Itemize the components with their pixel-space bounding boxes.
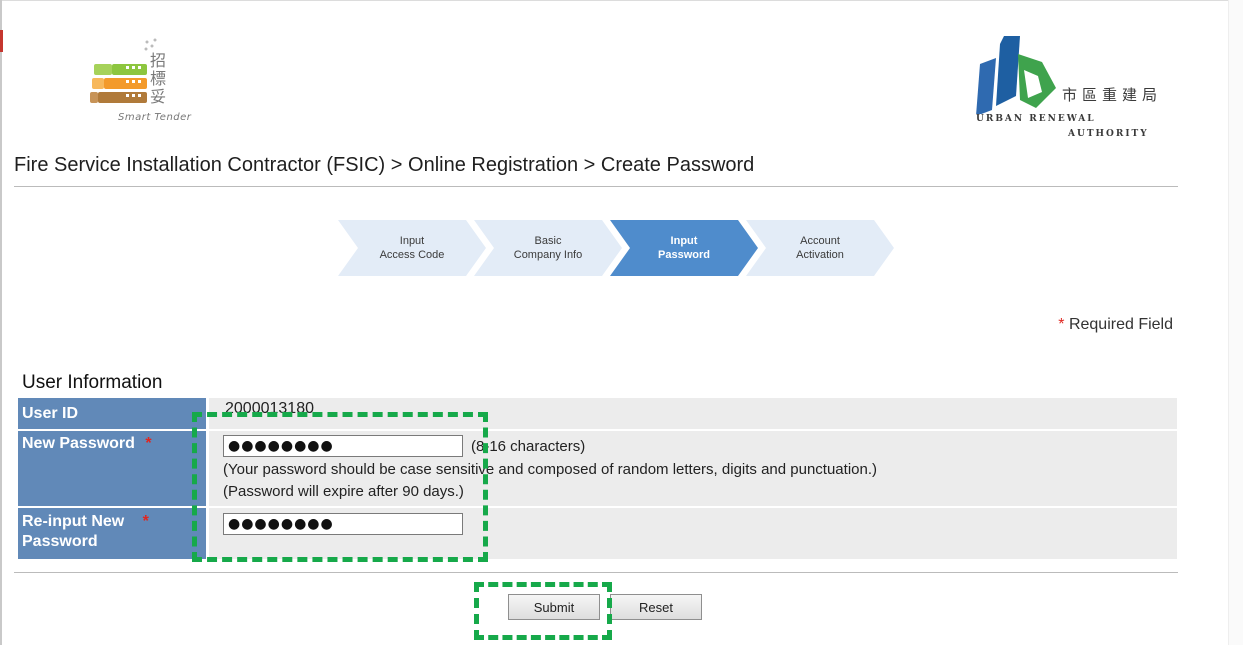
new-password-row: New Password * ●●●●●●●● (8-16 characters… [14,431,1177,506]
window-edge [1228,0,1243,645]
reinput-password-row: Re-input New * Password ●●●●●●●● [14,508,1177,559]
ura-chinese-name: 市區重建局 [1062,86,1163,104]
top-border [0,0,1243,1]
password-expiry-hint: (Password will expire after 90 days.) [223,483,464,500]
submit-button[interactable]: Submit [508,594,600,620]
step-basic-company-info: Basic Company Info [474,220,622,276]
title-divider [14,186,1178,187]
step-input-password: Input Password [610,220,758,276]
new-password-label: New Password [22,435,135,452]
reset-button[interactable]: Reset [610,594,702,620]
new-password-label-cell: New Password * [18,431,206,506]
required-field-text: Required Field [1068,316,1173,333]
step-account-activation: Account Activation [746,220,894,276]
user-id-value-cell: 2000013180 [209,398,1177,429]
required-field-note: * Required Field [1058,316,1173,334]
reinput-label-line2: Password [22,533,98,550]
required-star: * [1058,316,1065,333]
step-label-line1: Input [399,235,425,247]
ura-logo-mark [976,36,1056,114]
reinput-label-line1: Re-input New [22,513,125,530]
ura-logo: 市區重建局 URBAN RENEWAL AUTHORITY [976,34,1176,144]
reinput-password-label-cell: Re-input New * Password [18,508,206,559]
left-border [0,0,2,645]
ura-english-line2: AUTHORITY [1068,129,1149,139]
smart-tender-chinese: 招 標 妥 [150,51,167,106]
step-input-access-code: Input Access Code [338,220,486,276]
smart-tender-subtitle: Smart Tender [118,112,192,123]
password-rule-hint: (Your password should be case sensitive … [223,461,877,478]
breadcrumb: Fire Service Installation Contractor (FS… [14,154,755,176]
new-password-value-cell: ●●●●●●●● (8-16 characters) (Your passwor… [209,431,1177,506]
password-length-hint: (8-16 characters) [471,438,586,455]
reinput-password-input[interactable]: ●●●●●●●● [223,513,463,535]
smart-tender-logo: 招 標 妥 Smart Tender [90,38,210,133]
reinput-password-value-cell: ●●●●●●●● [209,508,1177,559]
user-id-label: User ID [18,398,206,429]
step-label-line1: Basic [534,235,562,247]
new-password-input[interactable]: ●●●●●●●● [223,435,463,457]
required-star: * [142,513,149,530]
required-star: * [145,435,152,452]
step-label-line2: Access Code [379,249,445,261]
form-bottom-divider [14,572,1178,573]
registration-steps: Input Access Code Basic Company Info Input… [338,220,918,276]
step-label-line2: Company Info [513,249,583,261]
user-id-value: 2000013180 [225,400,314,417]
ura-english-line1: URBAN RENEWAL [976,114,1096,124]
user-id-row: User ID 2000013180 [14,398,1177,429]
edge-mark [0,30,3,52]
step-label-line2: Password [658,249,710,261]
step-label-line1: Input [670,235,698,247]
step-label-line1: Account [800,235,840,247]
section-title: User Information [22,372,163,393]
step-label-line2: Activation [796,249,844,261]
